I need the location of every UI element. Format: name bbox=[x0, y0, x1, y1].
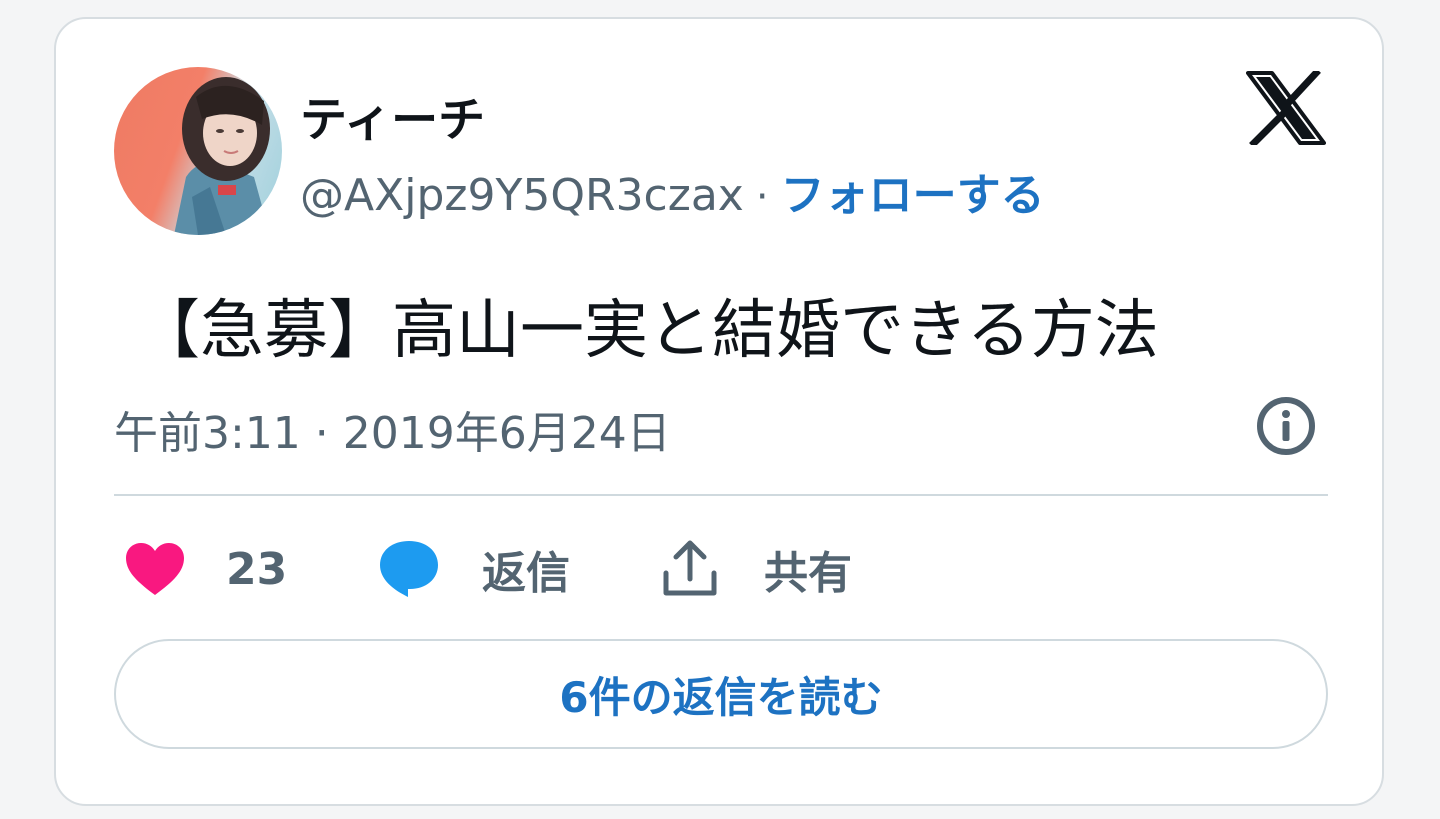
reply-label: 返信 bbox=[482, 548, 570, 599]
x-logo-icon[interactable] bbox=[1246, 68, 1326, 148]
follow-link[interactable]: フォローする bbox=[781, 159, 1045, 223]
share-button[interactable]: 共有 bbox=[662, 534, 852, 604]
reply-button[interactable]: 返信 bbox=[378, 534, 570, 604]
separator-dot: · bbox=[755, 174, 769, 220]
handle-row: @AXjpz9Y5QR3czax · フォローする bbox=[300, 159, 1045, 223]
like-count: 23 bbox=[226, 543, 288, 595]
avatar[interactable] bbox=[114, 67, 282, 235]
tweet-timestamp[interactable]: 午前3:11 · 2019年6月24日 bbox=[114, 397, 671, 461]
user-handle[interactable]: @AXjpz9Y5QR3czax bbox=[300, 170, 744, 221]
heart-icon bbox=[126, 543, 184, 595]
share-icon bbox=[663, 540, 717, 596]
read-replies-button[interactable]: 6件の返信を読む bbox=[114, 639, 1328, 749]
display-name[interactable]: ティーチ bbox=[300, 81, 485, 150]
info-icon[interactable] bbox=[1254, 394, 1318, 458]
divider bbox=[114, 494, 1328, 496]
share-label: 共有 bbox=[764, 548, 852, 599]
tweet-card: ティーチ @AXjpz9Y5QR3czax · フォローする 【急募】高山一実と… bbox=[54, 17, 1384, 806]
speech-bubble-icon bbox=[380, 541, 438, 597]
like-button[interactable]: 23 bbox=[124, 534, 287, 604]
tweet-text: 【急募】高山一実と結婚できる方法 bbox=[136, 294, 1159, 368]
